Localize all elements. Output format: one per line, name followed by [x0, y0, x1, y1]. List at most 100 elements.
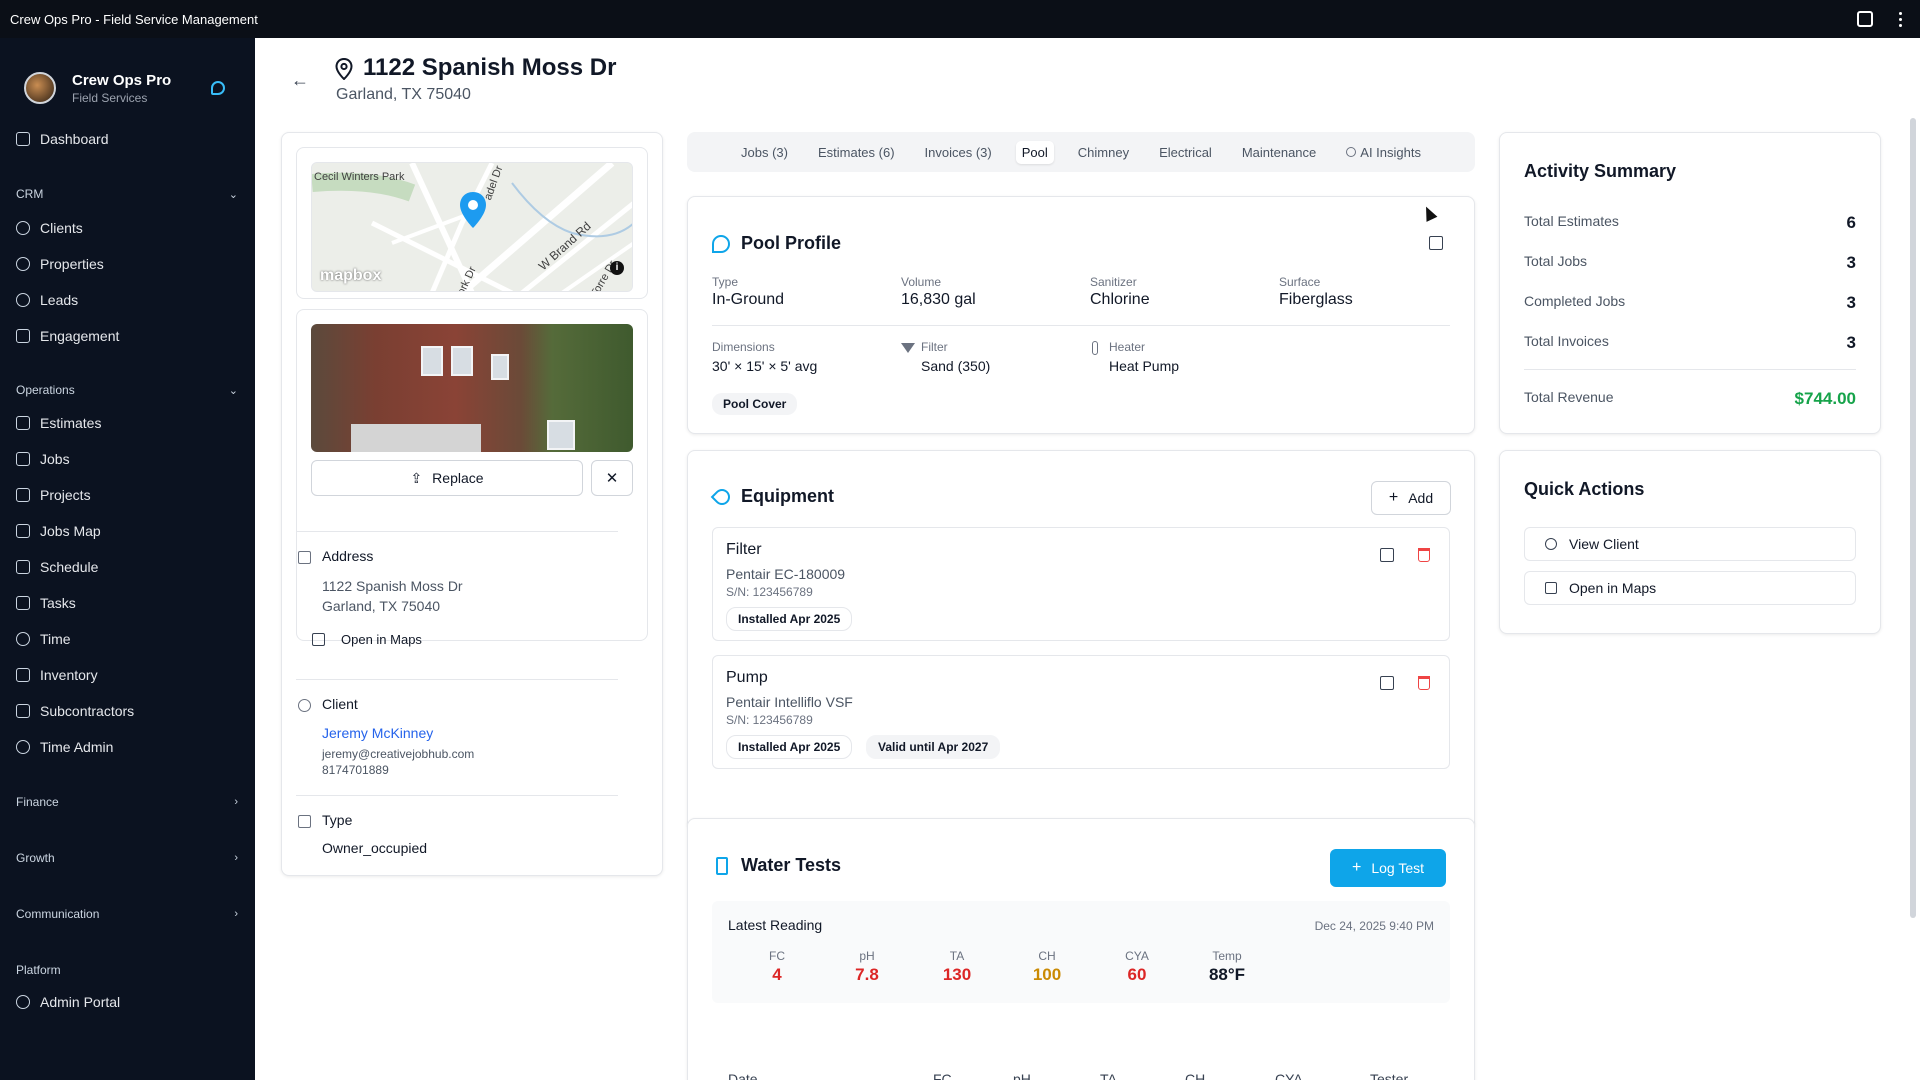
client-name-link[interactable]: Jeremy McKinney [322, 723, 433, 743]
external-link-icon [1545, 582, 1557, 594]
briefcase-icon [16, 452, 30, 466]
sidebar-item-admin-portal[interactable]: Admin Portal [16, 991, 120, 1013]
brand-name: Crew Ops Pro [72, 71, 172, 89]
tab-chimney[interactable]: Chimney [1072, 141, 1135, 164]
reading-label: CYA [1125, 949, 1149, 963]
edit-equipment-icon[interactable] [1380, 548, 1394, 562]
external-link-icon [312, 633, 325, 646]
sidebar-item-properties[interactable]: Properties [16, 253, 104, 275]
sidebar-section-crm[interactable]: CRM ⌄ [16, 184, 238, 204]
add-equipment-button[interactable]: + Add [1371, 481, 1451, 515]
divider [712, 325, 1450, 326]
back-arrow-icon[interactable]: ← [291, 70, 309, 91]
map-marker-icon[interactable] [458, 191, 488, 229]
sidebar-section-communication[interactable]: Communication › [16, 904, 238, 924]
plus-icon: + [1351, 859, 1362, 876]
column-header-ch[interactable]: CH [1185, 1071, 1205, 1080]
remove-photo-button[interactable]: ✕ [591, 460, 633, 496]
tab-ai-insights[interactable]: AI Insights [1340, 141, 1427, 164]
sidebar-item-dashboard[interactable]: Dashboard [16, 128, 109, 150]
map-pin-icon [16, 257, 30, 271]
reading-value: 100 [1032, 965, 1062, 984]
delete-equipment-icon[interactable] [1418, 676, 1430, 690]
tab-pool[interactable]: Pool [1015, 140, 1054, 164]
pool-profile-card: Pool Profile Type In-Ground Volume 16,83… [687, 196, 1475, 434]
sidebar-item-jobs-map[interactable]: Jobs Map [16, 520, 101, 542]
sidebar-section-operations[interactable]: Operations ⌄ [16, 380, 238, 400]
window-title: Crew Ops Pro - Field Service Management [10, 11, 258, 27]
sidebar-item-schedule[interactable]: Schedule [16, 556, 98, 578]
column-header-ph[interactable]: pH [1013, 1071, 1031, 1080]
tab-electrical[interactable]: Electrical [1153, 141, 1218, 164]
sidebar-item-jobs[interactable]: Jobs [16, 448, 70, 470]
open-in-maps-link[interactable]: Open in Maps [341, 632, 422, 647]
column-header-date[interactable]: Date [728, 1071, 758, 1080]
column-header-tester[interactable]: Tester [1370, 1071, 1408, 1080]
replace-photo-button[interactable]: ⇪ Replace [311, 460, 583, 496]
address-line2: Garland, TX 75040 [322, 598, 441, 614]
sidebar-item-engagement[interactable]: Engagement [16, 325, 119, 347]
chevron-right-icon: › [234, 908, 238, 920]
sidebar-item-clients[interactable]: Clients [16, 217, 83, 239]
extensions-icon[interactable] [1857, 11, 1873, 27]
stat-total-jobs: Total Jobs 3 [1524, 253, 1856, 272]
open-in-maps-button[interactable]: Open in Maps [1524, 571, 1856, 605]
pool-dimensions-value: 30' × 15' × 5' avg [712, 358, 818, 374]
pool-sanitizer-label: Sanitizer [1090, 275, 1137, 289]
divider [296, 531, 618, 532]
edit-pool-icon[interactable] [1429, 236, 1443, 250]
sidebar-item-subcontractors[interactable]: Subcontractors [16, 700, 134, 722]
reading-temp: Temp 88°F [1197, 949, 1257, 985]
reading-cya: CYA 60 [1107, 949, 1167, 985]
delete-equipment-icon[interactable] [1418, 548, 1430, 562]
page-title: 1122 Spanish Moss Dr [363, 54, 617, 81]
column-header-cya[interactable]: CYA [1275, 1071, 1303, 1080]
column-header-ta[interactable]: TA [1100, 1071, 1117, 1080]
more-menu-icon[interactable] [1899, 11, 1902, 27]
photo-detail [421, 346, 443, 376]
clock-icon [16, 632, 30, 646]
info-icon[interactable]: i [610, 261, 624, 275]
tab-jobs[interactable]: Jobs (3) [735, 141, 794, 164]
sidebar-section-finance[interactable]: Finance › [16, 792, 238, 812]
log-test-button[interactable]: + Log Test [1330, 849, 1446, 887]
photo-detail [547, 420, 575, 450]
pool-surface-label: Surface [1279, 275, 1321, 289]
chevron-down-icon: ⌄ [228, 384, 238, 397]
sidebar-item-projects[interactable]: Projects [16, 484, 91, 506]
plus-icon: + [1388, 489, 1399, 506]
user-plus-icon [16, 293, 30, 307]
thermometer-icon [1092, 341, 1098, 355]
sidebar-item-time[interactable]: Time [16, 628, 71, 650]
pool-profile-title: Pool Profile [741, 233, 842, 253]
home-icon [298, 815, 311, 828]
sidebar-item-tasks[interactable]: Tasks [16, 592, 76, 614]
folder-icon [16, 488, 30, 502]
view-client-button[interactable]: View Client [1524, 527, 1856, 561]
reading-label: FC [769, 949, 785, 963]
map-label-park: Cecil Winters Park [314, 171, 405, 183]
pool-filter-label: Filter [921, 340, 948, 354]
edit-equipment-icon[interactable] [1380, 676, 1394, 690]
calendar-icon [16, 560, 30, 574]
latest-reading-date: Dec 24, 2025 9:40 PM [1314, 919, 1434, 933]
reading-value: 88°F [1208, 965, 1246, 984]
page-scrollbar[interactable] [1910, 118, 1916, 918]
sidebar-item-time-admin[interactable]: Time Admin [16, 736, 113, 758]
column-header-fc[interactable]: FC [933, 1071, 952, 1080]
pool-type-value: In-Ground [712, 291, 785, 308]
chat-icon[interactable] [211, 81, 225, 95]
tab-invoices[interactable]: Invoices (3) [919, 141, 998, 164]
sidebar-item-estimates[interactable]: Estimates [16, 412, 101, 434]
tab-estimates[interactable]: Estimates (6) [812, 141, 901, 164]
test-tube-icon [716, 857, 728, 875]
sidebar-section-growth[interactable]: Growth › [16, 848, 238, 868]
sidebar-item-leads[interactable]: Leads [16, 289, 78, 311]
sidebar-item-inventory[interactable]: Inventory [16, 664, 98, 686]
property-tabs: Jobs (3) Estimates (6) Invoices (3) Pool… [687, 132, 1475, 172]
property-map[interactable]: Cecil Winters Park W Brand Rd adel Dr or… [311, 162, 633, 292]
reading-value: 130 [942, 965, 972, 984]
brand-logo [24, 72, 56, 104]
chevron-right-icon: › [234, 796, 238, 808]
tab-maintenance[interactable]: Maintenance [1236, 141, 1322, 164]
